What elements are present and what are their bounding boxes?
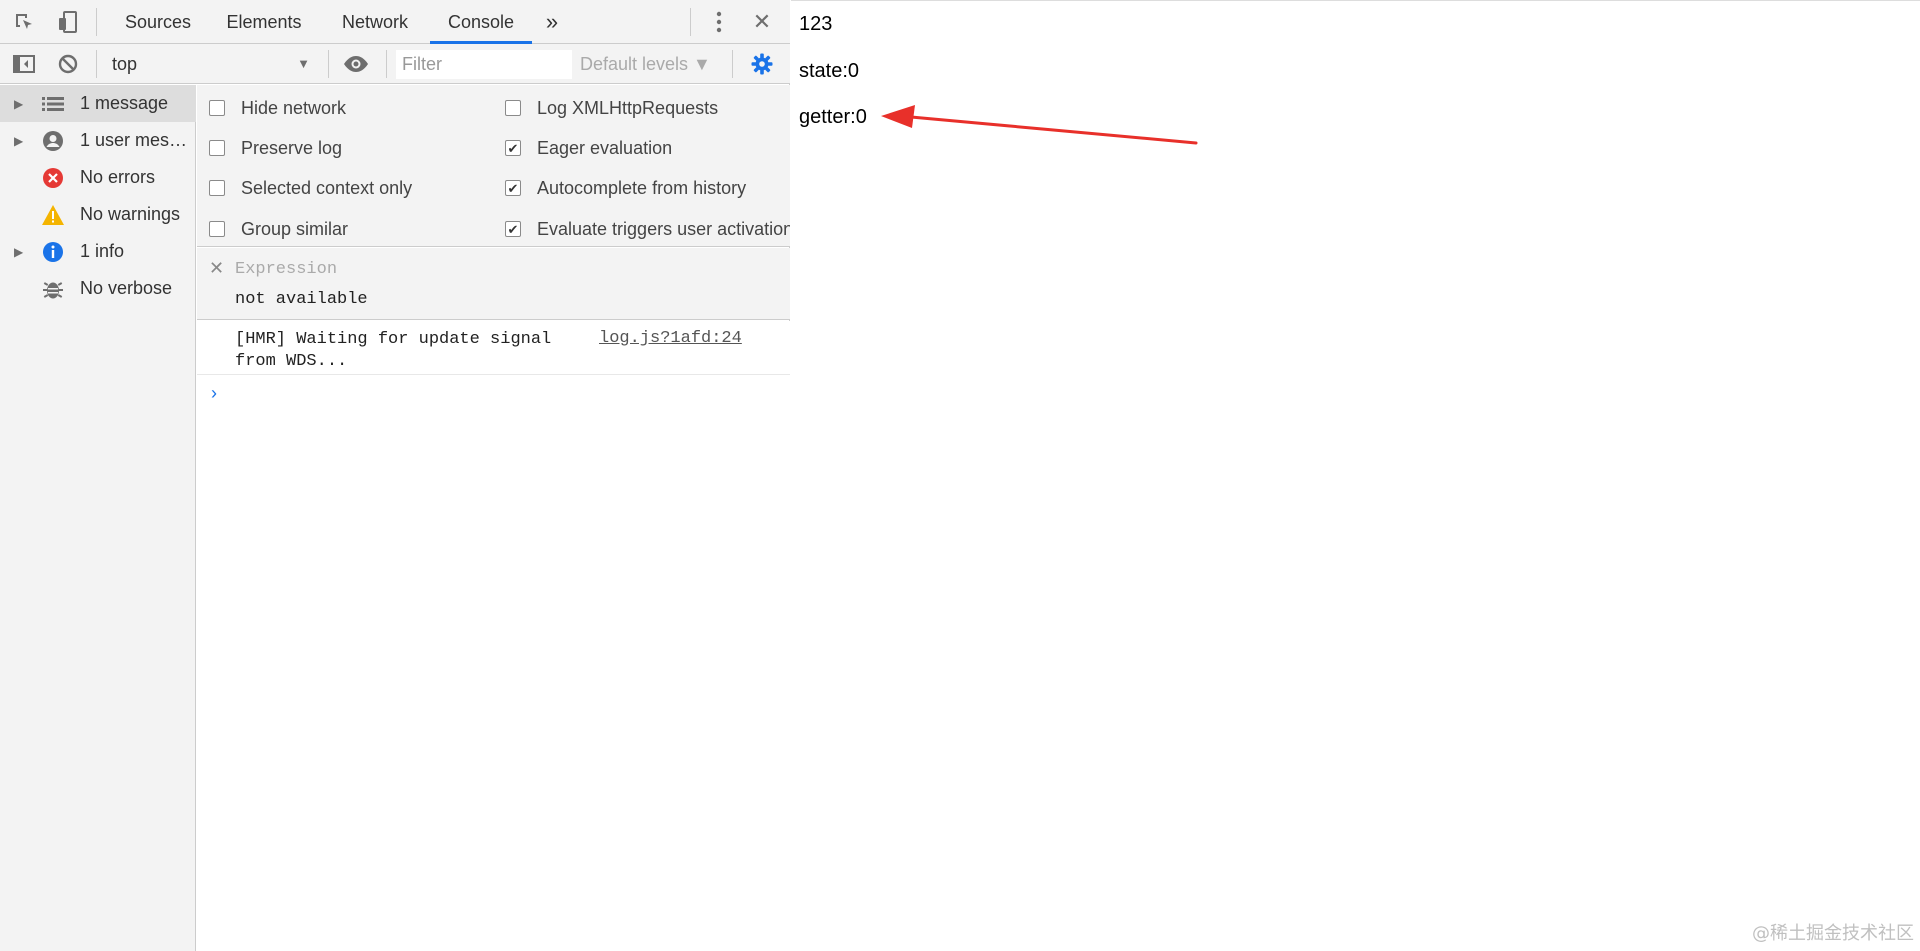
sidebar-item-label: 1 user messages — [80, 130, 192, 150]
hide-network-option[interactable]: Hide network — [209, 93, 346, 123]
live-expression: ✕ Expression not available — [197, 248, 790, 320]
close-icon[interactable]: ✕ — [748, 8, 776, 36]
close-expression-icon[interactable]: ✕ — [209, 258, 224, 279]
tab-console[interactable]: Console — [430, 0, 532, 44]
devtools-panel: Sources Elements Network Console » ✕ top… — [0, 0, 790, 951]
toolbar-divider — [96, 50, 97, 78]
watermark: @稀土掘金技术社区 — [1752, 923, 1914, 944]
option-label: Eager evaluation — [537, 137, 673, 158]
context-selector[interactable]: top ▼ — [106, 50, 316, 78]
preserve-log-checkbox[interactable] — [209, 140, 225, 156]
option-label: Selected context only — [241, 177, 413, 198]
console-sidebar: ▶ 1 message ▶ 1 user messages ▶ No error… — [0, 85, 196, 951]
expand-arrow-icon[interactable]: ▶ — [14, 245, 36, 259]
console-toolbar: top ▼ Default levels ▼ — [0, 44, 790, 84]
eager-evaluation-option[interactable]: ✔ Eager evaluation — [505, 133, 790, 163]
autocomplete-history-checkbox[interactable]: ✔ — [505, 180, 521, 196]
group-similar-checkbox[interactable] — [209, 221, 225, 237]
option-label: Evaluate triggers user activation — [537, 218, 790, 239]
sidebar-item-messages[interactable]: ▶ 1 message — [0, 85, 196, 122]
chevron-down-icon: ▼ — [297, 56, 310, 71]
tab-network[interactable]: Network — [328, 0, 422, 44]
sidebar-item-verbose[interactable]: ▶ No verbose — [0, 270, 196, 307]
toolbar-divider — [386, 50, 387, 78]
kebab-menu-icon[interactable] — [705, 8, 733, 36]
log-xmlhttprequests-option[interactable]: Log XMLHttpRequests — [505, 93, 790, 123]
toolbar-divider — [690, 8, 691, 36]
sidebar-item-label: 1 message — [80, 93, 169, 113]
expand-arrow-icon[interactable]: ▶ — [14, 134, 36, 148]
devtools-tab-bar: Sources Elements Network Console » ✕ — [0, 0, 790, 44]
filter-input[interactable] — [396, 50, 572, 79]
expression-input[interactable]: Expression — [235, 260, 337, 279]
annotation-arrow-icon — [881, 105, 1198, 145]
info-icon — [40, 239, 66, 265]
expression-result: not available — [235, 290, 368, 309]
warning-icon — [40, 202, 66, 228]
toolbar-divider — [732, 50, 733, 78]
expand-arrow-icon[interactable]: ▶ — [14, 97, 36, 111]
live-expression-eye-icon[interactable] — [342, 50, 370, 78]
group-similar-option[interactable]: Group similar — [209, 214, 348, 244]
selected-context-only-option[interactable]: Selected context only — [209, 173, 412, 203]
user-icon — [40, 128, 66, 154]
inspect-element-icon[interactable] — [10, 8, 38, 36]
autocomplete-history-option[interactable]: ✔ Autocomplete from history — [505, 173, 790, 203]
log-xhr-checkbox[interactable] — [505, 100, 521, 116]
log-levels-dropdown[interactable]: Default levels ▼ — [580, 50, 711, 78]
source-link[interactable]: log.js?1afd:24 — [599, 329, 742, 348]
tab-sources[interactable]: Sources — [112, 0, 204, 44]
evaluate-triggers-checkbox[interactable]: ✔ — [505, 221, 521, 237]
sidebar-item-user-messages[interactable]: ▶ 1 user messages — [0, 122, 196, 159]
console-output: [HMR] Waiting for update signal from WDS… — [197, 321, 790, 951]
option-label: Log XMLHttpRequests — [537, 97, 719, 118]
console-message: [HMR] Waiting for update signal from WDS… — [197, 321, 790, 375]
option-label: Hide network — [241, 97, 347, 118]
more-tabs-icon[interactable]: » — [540, 0, 564, 44]
hide-network-checkbox[interactable] — [209, 100, 225, 116]
list-icon — [40, 91, 66, 117]
sidebar-item-errors[interactable]: ▶ No errors — [0, 159, 196, 196]
toolbar-divider — [328, 50, 329, 78]
tab-elements[interactable]: Elements — [218, 0, 310, 44]
sidebar-toggle-icon[interactable] — [10, 50, 38, 78]
device-toolbar-icon[interactable] — [54, 8, 82, 36]
sidebar-item-label: No verbose — [80, 278, 173, 298]
console-message-text: [HMR] Waiting for update signal from WDS… — [235, 330, 552, 371]
context-selector-value: top — [112, 54, 138, 74]
page-content: 123 state:0 getter:0 @稀土掘金技术社区 — [791, 0, 1920, 951]
settings-gear-icon[interactable] — [748, 50, 776, 78]
selected-context-checkbox[interactable] — [209, 180, 225, 196]
eager-evaluation-checkbox[interactable]: ✔ — [505, 140, 521, 156]
preserve-log-option[interactable]: Preserve log — [209, 133, 342, 163]
sidebar-item-label: 1 info — [80, 241, 125, 261]
clear-console-icon[interactable] — [54, 50, 82, 78]
sidebar-item-label: No warnings — [80, 204, 181, 224]
console-settings-panel: Hide network Preserve log Selected conte… — [197, 85, 790, 247]
bug-icon — [40, 276, 66, 302]
error-icon — [40, 165, 66, 191]
option-label: Preserve log — [241, 137, 343, 158]
evaluate-triggers-option[interactable]: ✔ Evaluate triggers user activation — [505, 214, 790, 244]
sidebar-item-warnings[interactable]: ▶ No warnings — [0, 196, 196, 233]
sidebar-item-label: No errors — [80, 167, 156, 187]
option-label: Group similar — [241, 218, 349, 239]
toolbar-divider — [96, 8, 97, 36]
sidebar-item-info[interactable]: ▶ 1 info — [0, 233, 196, 270]
option-label: Autocomplete from history — [537, 177, 747, 198]
console-prompt-icon[interactable]: › — [211, 383, 217, 404]
